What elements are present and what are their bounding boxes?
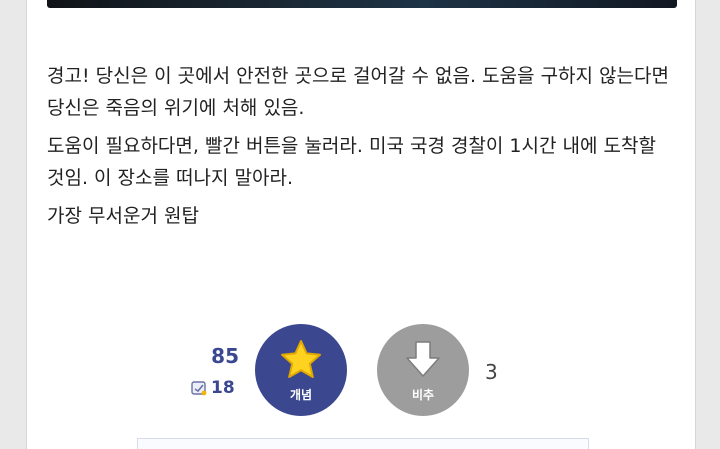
post-card: 경고! 당신은 이 곳에서 안전한 곳으로 걸어갈 수 없음. 도움을 구하지 … [26,0,696,449]
downvote-count: 3 [485,360,498,384]
upvote-button[interactable]: 개념 [255,324,347,416]
arrow-down-icon [406,341,440,377]
post-paragraph-2: 도움이 필요하다면, 빨간 버튼을 눌러라. 미국 국경 경찰이 1시간 내에 … [47,135,656,189]
post-paragraph-3: 가장 무서운거 원탑 [47,205,199,227]
post-body: 경고! 당신은 이 곳에서 안전한 곳으로 걸어갈 수 없음. 도움을 구하지 … [47,60,677,238]
comment-box-top [137,438,589,449]
downvote-button[interactable]: 비추 [377,324,469,416]
recommend-box: 85 18 개념 비추 3 [27,318,695,418]
upvote-count: 85 [211,344,239,368]
star-icon [281,340,321,378]
fixed-upvote-count: 18 [191,378,239,398]
downvote-label: 비추 [411,388,435,402]
post-paragraph-1: 경고! 당신은 이 곳에서 안전한 곳으로 걸어갈 수 없음. 도움을 구하지 … [47,65,669,119]
upvote-label: 개념 [289,388,313,402]
fixed-recommend-icon [191,381,207,396]
post-image [47,0,677,8]
fixed-upvote-number: 18 [211,378,235,398]
